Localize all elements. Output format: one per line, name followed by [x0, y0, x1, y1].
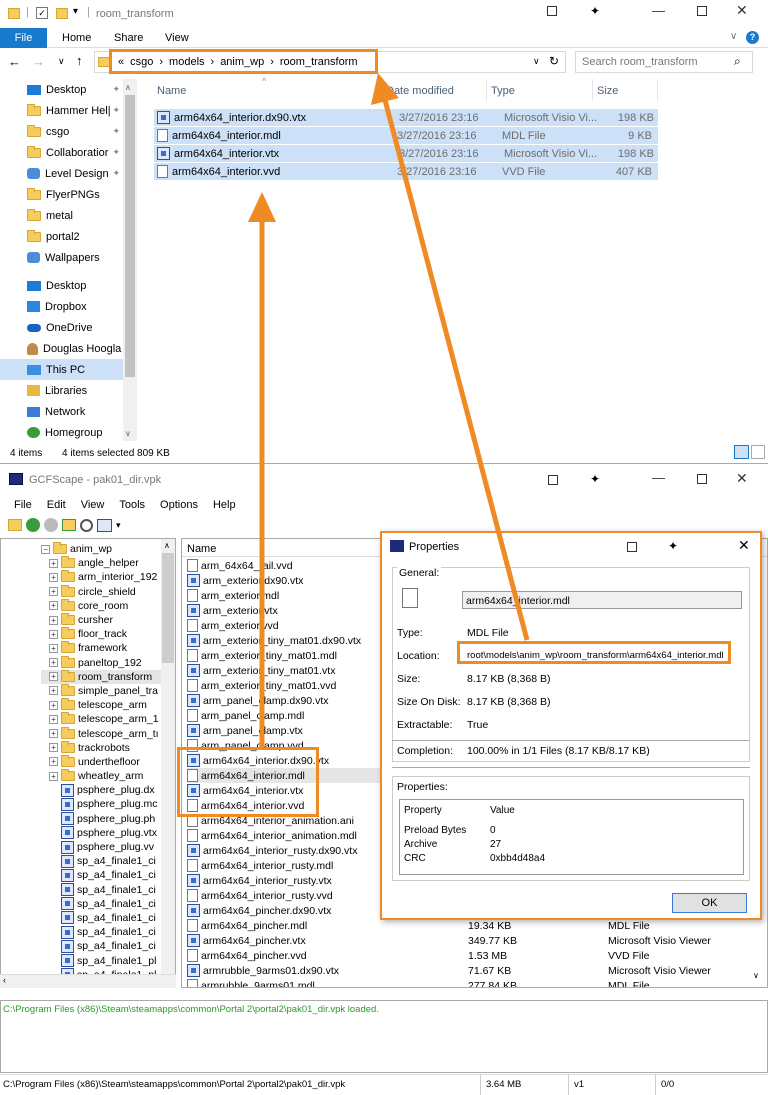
arrow-up-to-breadcrumb [371, 73, 530, 641]
arrow-up-to-list [248, 192, 276, 748]
annotation-arrows [248, 73, 530, 748]
